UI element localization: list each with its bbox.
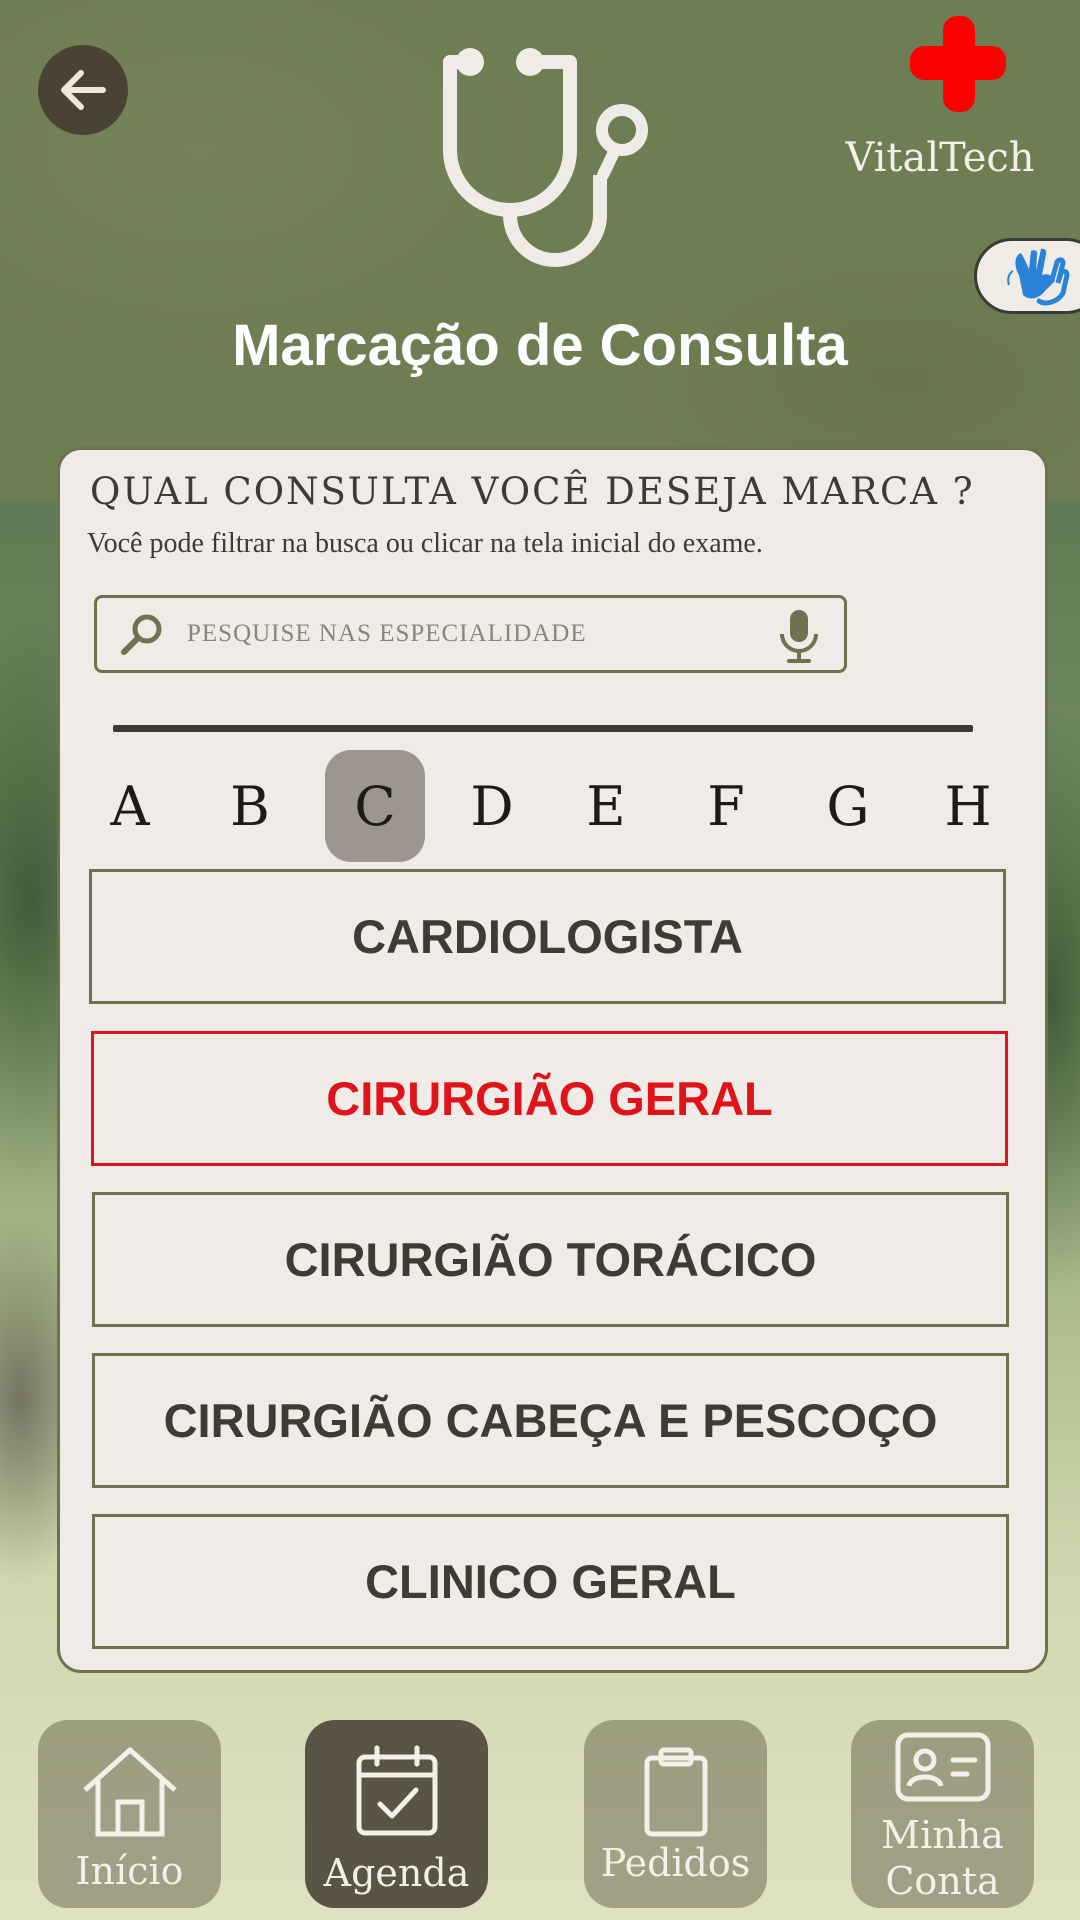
search-icon [121,614,162,655]
sign-language-icon [1007,248,1070,306]
letter-filter-a[interactable]: A [80,750,180,862]
nav-minha-conta[interactable]: Minha Conta [851,1720,1034,1908]
letter-filter-c[interactable]: C [325,750,425,862]
stethoscope-icon [443,48,648,267]
specialty-clinico-geral[interactable]: CLINICO GERAL [92,1514,1009,1649]
brand-name: VitalTech [845,135,1035,181]
nav-label: Início [75,1849,184,1893]
home-icon [82,1747,177,1837]
nav-label-line1: Minha [881,1813,1004,1857]
consultation-card: QUAL CONSULTA VOCÊ DESEJA MARCA ? Você p… [57,447,1048,1673]
nav-label: Pedidos [600,1841,751,1885]
nav-agenda[interactable]: Agenda [305,1720,488,1908]
specialty-cirurgiao-toracico[interactable]: CIRURGIÃO TORÁCICO [92,1192,1009,1327]
back-arrow-icon [61,70,106,110]
letter-filter-f[interactable]: F [676,750,776,862]
nav-pedidos[interactable]: Pedidos [584,1720,767,1908]
letter-filter-g[interactable]: G [798,750,898,862]
letter-filter-d[interactable]: D [442,750,542,862]
calendar-check-icon [356,1745,437,1836]
medical-cross-icon [910,16,1006,112]
back-button[interactable] [38,45,128,135]
page-title: Marcação de Consulta [232,313,848,378]
letter-filter-e[interactable]: E [556,750,656,862]
divider [113,725,973,732]
specialty-cirurgiao-cabeca-pescoco[interactable]: CIRURGIÃO CABEÇA E PESCOÇO [92,1353,1009,1488]
question-heading: QUAL CONSULTA VOCÊ DESEJA MARCA ? [90,470,975,513]
hint-text: Você pode filtrar na busca ou clicar na … [87,528,763,559]
letter-filter-b[interactable]: B [200,750,300,862]
search-input[interactable] [187,608,747,660]
nav-inicio[interactable]: Início [38,1720,221,1908]
nav-label: Agenda [323,1851,470,1895]
specialty-cirurgiao-geral[interactable]: CIRURGIÃO GERAL [91,1031,1008,1166]
search-bar [94,595,847,673]
id-card-icon [895,1732,990,1802]
microphone-icon[interactable] [777,608,821,664]
specialty-cardiologista[interactable]: CARDIOLOGISTA [89,869,1006,1004]
sign-language-button[interactable] [974,238,1080,314]
nav-label-line2: Conta [885,1859,1000,1903]
clipboard-icon [644,1747,707,1837]
letter-filter-h[interactable]: H [918,750,1018,862]
